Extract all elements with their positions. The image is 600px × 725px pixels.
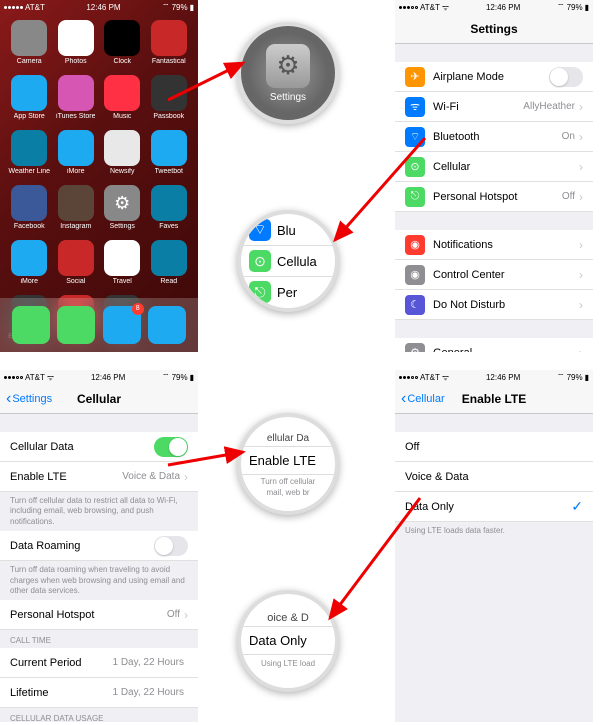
footer-note: Turn off cellular data to restrict all d… bbox=[0, 492, 198, 531]
settings-icon: ⚙ bbox=[266, 44, 310, 88]
app-itunes-store[interactable]: iTunes Store bbox=[55, 75, 98, 120]
app-social[interactable]: Social bbox=[55, 240, 98, 285]
app-weather-line[interactable]: Weather Line bbox=[8, 130, 51, 175]
chevron-left-icon: ‹ bbox=[6, 391, 11, 407]
table-row: Lifetime1 Day, 22 Hours bbox=[0, 678, 198, 708]
enable-lte-screen: AT&Tᯤ 12:46 PM ⌔79%▮ ‹Cellular Enable LT… bbox=[395, 370, 593, 722]
enable-lte-row[interactable]: Enable LTEVoice & Data› bbox=[0, 462, 198, 492]
app-clock[interactable]: Clock bbox=[101, 20, 144, 65]
callout-settings-icon: ⚙ Settings bbox=[237, 22, 339, 124]
app-app-store[interactable]: App Store bbox=[8, 75, 51, 120]
time-label: 12:46 PM bbox=[86, 3, 120, 12]
app-newsify[interactable]: Newsify bbox=[101, 130, 144, 175]
home-screen: AT&T 12:46 PM ⌔79%▮ CameraPhotosClockFan… bbox=[0, 0, 198, 352]
app-photos[interactable]: Photos bbox=[55, 20, 98, 65]
cellular-icon: ⊙ bbox=[249, 250, 271, 272]
app-imore[interactable]: iMore bbox=[8, 240, 51, 285]
settings-group-3: ⚙General›ADisplay & Brightness›❀Wallpape… bbox=[395, 338, 593, 352]
app-camera[interactable]: Camera bbox=[8, 20, 51, 65]
app-facebook[interactable]: Facebook bbox=[8, 185, 51, 230]
navbar: ‹Cellular Enable LTE bbox=[395, 384, 593, 414]
status-bar: AT&Tᯤ 12:46 PM ⌔79%▮ bbox=[395, 0, 593, 14]
settings-cellular-row[interactable]: ⊙Cellular› bbox=[395, 152, 593, 182]
dock-mail[interactable]: 8 bbox=[103, 306, 141, 344]
back-button[interactable]: ‹Settings bbox=[6, 391, 52, 407]
status-bar: AT&Tᯤ 12:46 PM ⌔79%▮ bbox=[395, 370, 593, 384]
app-imore[interactable]: iMore bbox=[55, 130, 98, 175]
page-title: Settings bbox=[470, 22, 517, 36]
battery-label: 79% bbox=[172, 3, 188, 12]
settings-screen: AT&Tᯤ 12:46 PM ⌔79%▮ Settings ✈Airplane … bbox=[395, 0, 593, 352]
app-grid: CameraPhotosClockFantastical App StoreiTu… bbox=[0, 14, 198, 346]
personal-hotspot-row[interactable]: Personal HotspotOff› bbox=[0, 600, 198, 630]
page-title: Enable LTE bbox=[462, 392, 526, 406]
settings-bluetooth-row[interactable]: ⌔BluetoothOn› bbox=[395, 122, 593, 152]
navbar: Settings bbox=[395, 14, 593, 44]
chevron-right-icon: › bbox=[184, 608, 188, 622]
navbar: ‹Settings Cellular bbox=[0, 384, 198, 414]
app-instagram[interactable]: Instagram bbox=[55, 185, 98, 230]
carrier-label: AT&T bbox=[25, 3, 45, 12]
status-bar: AT&Tᯤ 12:46 PM ⌔79%▮ bbox=[0, 370, 198, 384]
dock-phone[interactable] bbox=[12, 306, 50, 344]
app-tweetbot[interactable]: Tweetbot bbox=[148, 130, 191, 175]
bluetooth-icon: ⌔ bbox=[249, 219, 271, 241]
bluetooth-icon: ⌔ bbox=[162, 2, 170, 12]
dock-safari[interactable] bbox=[148, 306, 186, 344]
cellular-screen: AT&Tᯤ 12:46 PM ⌔79%▮ ‹Settings Cellular … bbox=[0, 370, 198, 722]
settings-general-row[interactable]: ⚙General› bbox=[395, 338, 593, 352]
app-travel[interactable]: Travel bbox=[101, 240, 144, 285]
footer-note: Turn off data roaming when traveling to … bbox=[0, 561, 198, 600]
page-title: Cellular bbox=[77, 392, 121, 406]
app-fantastical[interactable]: Fantastical bbox=[148, 20, 191, 65]
settings-group-1: ✈Airplane ModeᯤWi-FiAllyHeather›⌔Bluetoo… bbox=[395, 62, 593, 212]
back-button[interactable]: ‹Cellular bbox=[401, 391, 445, 407]
status-bar: AT&T 12:46 PM ⌔79%▮ bbox=[0, 0, 198, 14]
settings-group-2: ◉Notifications›◉Control Center›☾Do Not D… bbox=[395, 230, 593, 320]
cellular-data-toggle[interactable] bbox=[154, 437, 188, 457]
lte-voice-data-row[interactable]: Voice & Data bbox=[395, 462, 593, 492]
settings-personal-hotspot-row[interactable]: ⎋Personal HotspotOff› bbox=[395, 182, 593, 212]
settings-wi-fi-row[interactable]: ᯤWi-FiAllyHeather› bbox=[395, 92, 593, 122]
settings-airplane-mode-row[interactable]: ✈Airplane Mode bbox=[395, 62, 593, 92]
dock-messages[interactable] bbox=[57, 306, 95, 344]
app-faves[interactable]: Faves bbox=[148, 185, 191, 230]
chevron-right-icon: › bbox=[184, 470, 188, 484]
callout-enable-lte: ellular Da Enable LTE Turn off cellular … bbox=[237, 413, 339, 515]
settings-control-center-row[interactable]: ◉Control Center› bbox=[395, 260, 593, 290]
chevron-left-icon: ‹ bbox=[401, 391, 406, 407]
app-read[interactable]: Read bbox=[148, 240, 191, 285]
data-roaming-toggle[interactable] bbox=[154, 536, 188, 556]
callout-data-only: oice & D Data Only Using LTE load bbox=[237, 590, 339, 692]
lte-data-only-row[interactable]: Data Only✓ bbox=[395, 492, 593, 522]
app-passbook[interactable]: Passbook bbox=[148, 75, 191, 120]
settings-notifications-row[interactable]: ◉Notifications› bbox=[395, 230, 593, 260]
settings-do-not-disturb-row[interactable]: ☾Do Not Disturb› bbox=[395, 290, 593, 320]
checkmark-icon: ✓ bbox=[571, 498, 583, 515]
toggle[interactable] bbox=[549, 67, 583, 87]
lte-off-row[interactable]: Off bbox=[395, 432, 593, 462]
cellular-data-row[interactable]: Cellular Data bbox=[0, 432, 198, 462]
dock: 8 bbox=[0, 298, 198, 352]
data-roaming-row[interactable]: Data Roaming bbox=[0, 531, 198, 561]
app-settings[interactable]: ⚙Settings bbox=[101, 185, 144, 230]
hotspot-icon: ⎋ bbox=[249, 281, 271, 303]
app-music[interactable]: Music bbox=[101, 75, 144, 120]
callout-cellular-row: ⌔Blu ⊙Cellula ⎋Per bbox=[237, 210, 339, 312]
table-row: Current Period1 Day, 22 Hours bbox=[0, 648, 198, 678]
section-header: CELLULAR DATA USAGE bbox=[0, 708, 198, 722]
section-header: CALL TIME bbox=[0, 630, 198, 648]
footer-note: Using LTE loads data faster. bbox=[395, 522, 593, 540]
